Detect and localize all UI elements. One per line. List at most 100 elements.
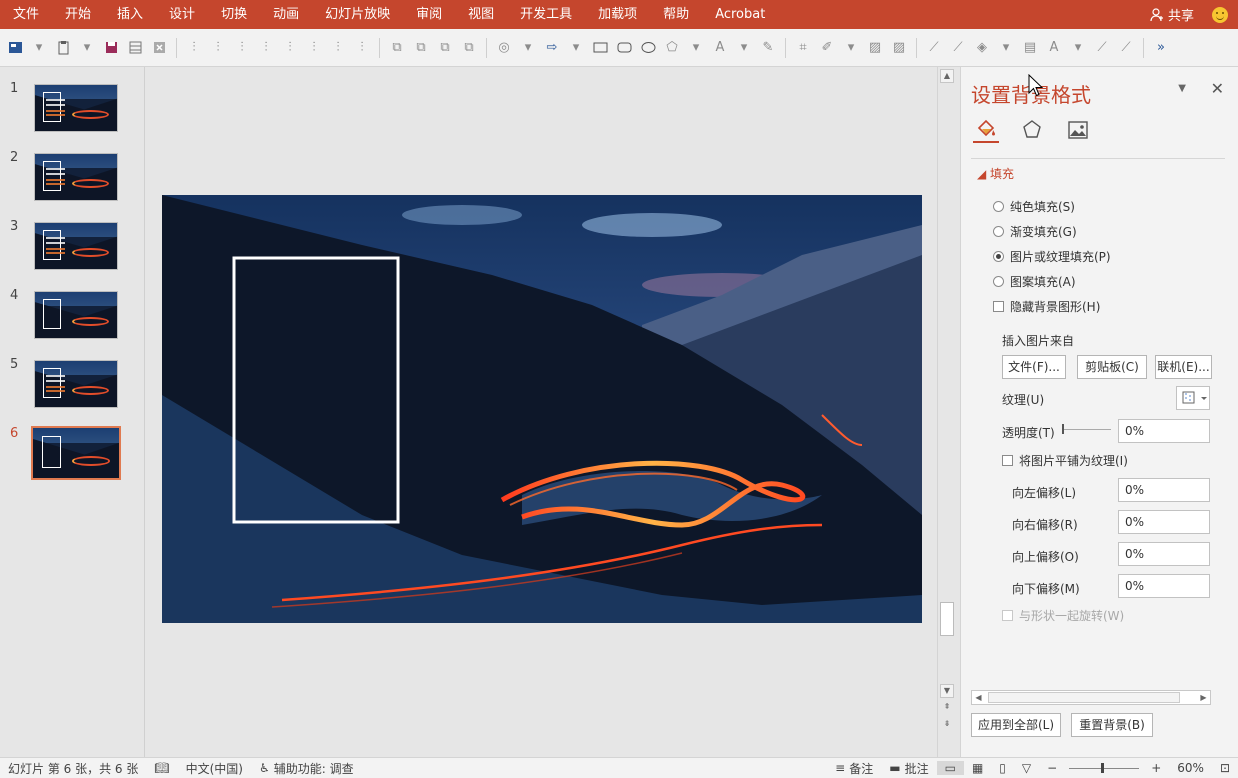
slide-canvas[interactable]	[162, 195, 922, 623]
online-button[interactable]: 联机(E)...	[1155, 355, 1212, 379]
transparency-slider[interactable]	[1063, 429, 1111, 430]
zoom-slider[interactable]	[1069, 762, 1140, 773]
dropdown-arrow-icon[interactable]: ▾	[842, 39, 860, 57]
offset-bottom-input[interactable]: 0%	[1118, 574, 1210, 598]
slide-thumbnail-2[interactable]	[34, 153, 118, 201]
tab-insert[interactable]: 插入	[104, 0, 156, 29]
eyedropper-icon[interactable]: ⟋	[925, 39, 943, 57]
clipboard-icon[interactable]	[54, 39, 72, 57]
slide-thumbnail-1[interactable]	[34, 84, 118, 132]
radio-button[interactable]	[993, 276, 1004, 287]
checkbox[interactable]	[1002, 455, 1013, 466]
feedback-smiley-icon[interactable]	[1212, 6, 1228, 23]
align-middle-icon[interactable]: ⫶	[281, 39, 299, 57]
zoom-out-icon[interactable]: −	[1039, 761, 1065, 775]
zoom-level[interactable]: 60%	[1169, 761, 1212, 775]
more-commands-icon[interactable]: »	[1152, 39, 1170, 57]
radio-button-selected[interactable]	[993, 251, 1004, 262]
tab-view[interactable]: 视图	[455, 0, 507, 29]
shapes-icon[interactable]: ⬠	[663, 39, 681, 57]
language-status[interactable]: 中文(中国)	[178, 760, 251, 777]
align-center-icon[interactable]: ⫶	[209, 39, 227, 57]
radio-button[interactable]	[993, 226, 1004, 237]
align-right-icon[interactable]: ⫶	[233, 39, 251, 57]
distribute-v-icon[interactable]: ⫶	[353, 39, 371, 57]
slideshow-icon[interactable]: ▽	[1014, 761, 1039, 775]
pane-close-icon[interactable]: ✕	[1211, 79, 1224, 98]
text-effect-icon[interactable]: A	[711, 39, 729, 57]
eyedropper-line-icon[interactable]: ⟋	[1117, 39, 1135, 57]
scroll-down-icon[interactable]: ▼	[940, 684, 954, 698]
scroll-up-icon[interactable]: ▲	[940, 69, 954, 83]
file-button[interactable]: 文件(F)...	[1002, 355, 1066, 379]
textbox-icon[interactable]: ▤	[1021, 39, 1039, 57]
vertical-scrollbar[interactable]: ▲ ▼ ⇞ ⇟	[937, 67, 955, 757]
group-icon[interactable]: ⧉	[388, 39, 406, 57]
reset-background-button[interactable]: 重置背景(B)	[1071, 713, 1153, 737]
pane-options-chevron-icon[interactable]: ▼	[1178, 83, 1186, 94]
ellipse-icon[interactable]	[639, 39, 657, 57]
offset-top-input[interactable]: 0%	[1118, 542, 1210, 566]
scroll-left-icon[interactable]: ◀	[972, 691, 985, 704]
fill-tab[interactable]	[973, 117, 999, 143]
tab-slideshow[interactable]: 幻灯片放映	[312, 0, 403, 29]
effects-tab[interactable]	[1019, 117, 1045, 143]
scroll-thumb[interactable]	[988, 692, 1180, 703]
align-bottom-icon[interactable]: ⫶	[305, 39, 323, 57]
scroll-right-icon[interactable]: ▶	[1197, 691, 1210, 704]
previous-slide-icon[interactable]: ⇞	[940, 701, 954, 715]
tab-transitions[interactable]: 切换	[208, 0, 260, 29]
pattern-fill-option[interactable]: 图案填充(A)	[993, 273, 1076, 290]
save-icon[interactable]	[102, 39, 120, 57]
ungroup-icon[interactable]: ⧉	[412, 39, 430, 57]
thumbnail-row-1[interactable]: 1	[0, 67, 145, 132]
picture-fill-option[interactable]: 图片或纹理填充(P)	[993, 248, 1111, 265]
dropdown-arrow-icon[interactable]: ▾	[687, 39, 705, 57]
tab-addins[interactable]: 加载项	[585, 0, 650, 29]
thumbnail-row-2[interactable]: 2	[0, 136, 145, 201]
spelling-icon[interactable]: 📖︎	[146, 761, 177, 775]
tab-help[interactable]: 帮助	[650, 0, 702, 29]
shape-merge-icon[interactable]: ◎	[495, 39, 513, 57]
clipboard-button[interactable]: 剪贴板(C)	[1077, 355, 1147, 379]
thumbnail-row-3[interactable]: 3	[0, 205, 145, 270]
rounded-rectangle-icon[interactable]	[615, 39, 633, 57]
solid-fill-option[interactable]: 纯色填充(S)	[993, 198, 1075, 215]
pane-horizontal-scrollbar[interactable]: ◀ ▶	[971, 690, 1211, 705]
radio-button[interactable]	[993, 201, 1004, 212]
offset-right-input[interactable]: 0%	[1118, 510, 1210, 534]
fit-to-window-icon[interactable]: ⊡	[1212, 761, 1238, 775]
gradient-fill-option[interactable]: 渐变填充(G)	[993, 223, 1077, 240]
slide-sorter-icon[interactable]: ▦	[964, 761, 991, 775]
send-backward-icon[interactable]: ⧉	[460, 39, 478, 57]
select-arrow-icon[interactable]: ⇨	[543, 39, 561, 57]
crop-icon[interactable]: ⌗	[794, 39, 812, 57]
fill-bucket-icon[interactable]: ◈	[973, 39, 991, 57]
tab-developer[interactable]: 开发工具	[507, 0, 585, 29]
slide-thumbnail-4[interactable]	[34, 291, 118, 339]
layout-icon[interactable]	[6, 39, 24, 57]
format-painter-icon[interactable]: ✎	[759, 39, 777, 57]
notes-button[interactable]: ≡ 备注	[827, 760, 881, 777]
accessibility-status[interactable]: ♿︎ 辅助功能: 调查	[251, 760, 362, 777]
font-icon[interactable]: A	[1045, 39, 1063, 57]
fill-section-header[interactable]: ◢ 填充	[977, 165, 1014, 182]
thumbnail-row-4[interactable]: 4	[0, 274, 145, 339]
thumbnail-row-6[interactable]: 6	[0, 412, 145, 480]
dropdown-arrow-icon[interactable]: ▾	[567, 39, 585, 57]
tab-acrobat[interactable]: Acrobat	[702, 0, 778, 29]
picture-icon[interactable]: ▨	[866, 39, 884, 57]
dropdown-arrow-icon[interactable]: ▾	[1069, 39, 1087, 57]
dropdown-arrow-icon[interactable]: ▾	[78, 39, 96, 57]
zoom-slider-knob[interactable]	[1101, 762, 1105, 773]
transparency-slider-knob[interactable]	[1062, 424, 1064, 434]
picture-landscape-icon[interactable]: ▨	[890, 39, 908, 57]
dropdown-arrow-icon[interactable]: ▾	[30, 39, 48, 57]
dropdown-arrow-icon[interactable]: ▾	[519, 39, 537, 57]
offset-left-input[interactable]: 0%	[1118, 478, 1210, 502]
apply-to-all-button[interactable]: 应用到全部(L)	[971, 713, 1061, 737]
tab-home[interactable]: 开始	[52, 0, 104, 29]
zoom-in-icon[interactable]: +	[1143, 761, 1169, 775]
dropdown-arrow-icon[interactable]: ▾	[997, 39, 1015, 57]
dropdown-arrow-icon[interactable]: ▾	[735, 39, 753, 57]
